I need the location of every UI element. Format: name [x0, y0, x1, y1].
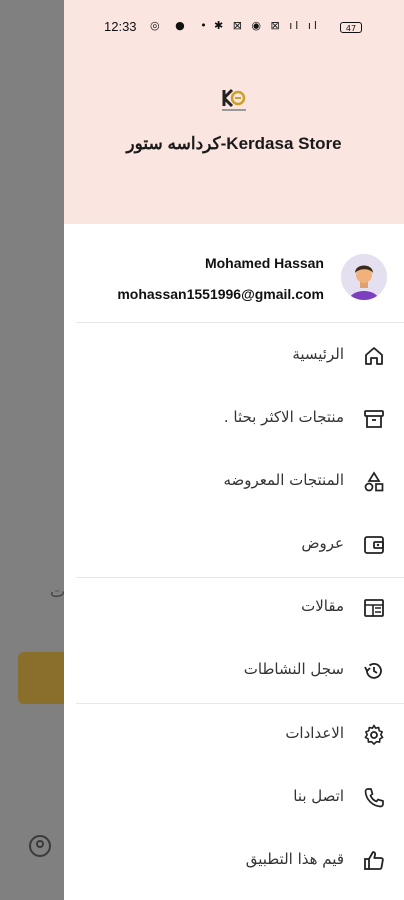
store-logo-icon — [218, 84, 250, 116]
user-profile[interactable]: Mohamed Hassan mohassan1551996@gmail.com — [64, 240, 404, 322]
menu-item-label: سجل النشاطات — [243, 660, 344, 678]
menu-item-offers[interactable]: عروض — [64, 521, 404, 569]
menu-item-featured-products[interactable]: المنتجات المعروضه — [64, 458, 404, 506]
menu-item-label: الاعدادات — [285, 724, 344, 742]
archive-box-icon — [362, 407, 386, 431]
history-icon — [362, 659, 386, 683]
store-title: كرداسه ستور-Kerdasa Store — [126, 134, 342, 153]
divider — [76, 577, 404, 578]
notification-icons: ◎ ● • — [150, 19, 213, 32]
scrim-overlay[interactable]: ت — [0, 0, 66, 900]
menu-item-rate-app[interactable]: قيم هذا التطبيق — [64, 837, 404, 885]
divider — [76, 322, 404, 323]
gear-icon — [362, 723, 386, 747]
thumbs-up-icon — [362, 849, 386, 873]
status-bar: 12:33 ◎ ● • ✱ ⊠ ◉ ⊠ ıl ıl 47 — [64, 16, 404, 40]
menu-item-settings[interactable]: الاعدادات — [64, 711, 404, 759]
menu-item-label: المنتجات المعروضه — [223, 471, 344, 489]
phone-icon — [362, 786, 386, 810]
background-content: ت — [50, 582, 66, 601]
background-user-icon — [29, 835, 51, 857]
menu-item-label: اتصل بنا — [293, 787, 344, 805]
navigation-drawer: 12:33 ◎ ● • ✱ ⊠ ◉ ⊠ ıl ıl 47 كرداسه ستور… — [64, 0, 404, 900]
user-name: Mohamed Hassan — [204, 255, 324, 271]
menu-item-contact-us[interactable]: اتصل بنا — [64, 774, 404, 822]
system-icons: ✱ ⊠ ◉ ⊠ ıl ıl — [214, 19, 320, 32]
menu-item-most-searched[interactable]: منتجات الاكثر بحثا . — [64, 395, 404, 443]
home-icon — [362, 344, 386, 368]
divider — [76, 703, 404, 704]
menu-item-label: منتجات الاكثر بحثا . — [223, 408, 344, 426]
menu-item-label: الرئيسية — [292, 345, 344, 363]
wallet-icon — [362, 533, 386, 557]
drawer-header: 12:33 ◎ ● • ✱ ⊠ ◉ ⊠ ıl ıl 47 كرداسه ستور… — [64, 0, 404, 224]
menu-item-label: قيم هذا التطبيق — [245, 850, 344, 868]
battery-icon: 47 — [340, 22, 362, 33]
article-icon — [362, 596, 386, 620]
status-time: 12:33 — [104, 19, 137, 34]
menu-item-label: مقالات — [301, 597, 344, 615]
menu-item-activity-log[interactable]: سجل النشاطات — [64, 647, 404, 695]
avatar — [341, 254, 387, 300]
user-email: mohassan1551996@gmail.com — [117, 286, 324, 302]
menu-item-home[interactable]: الرئيسية — [64, 332, 404, 380]
shapes-icon — [362, 470, 386, 494]
background-button — [18, 652, 64, 704]
menu-item-label: عروض — [301, 534, 344, 552]
menu-item-articles[interactable]: مقالات — [64, 584, 404, 632]
